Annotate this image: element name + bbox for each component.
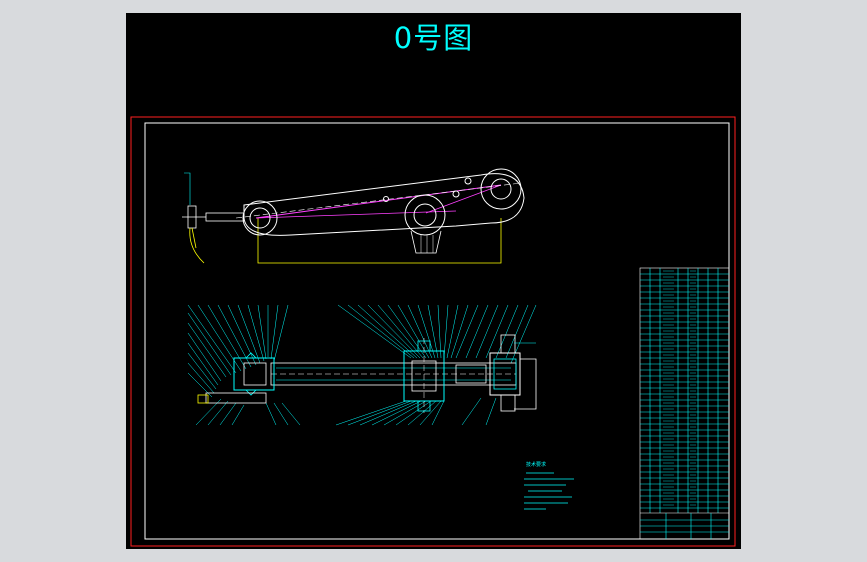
tech-requirements-heading: 技术要求 [526,461,546,468]
cad-drawing: 技术要求 [130,116,736,547]
parts-list-table [639,267,730,540]
drawing-sheet: 0号图 技术要求 [126,13,741,549]
inner-border [144,122,730,540]
tech-notes [524,472,574,510]
section-view [187,304,537,426]
arm-top-view [182,168,525,264]
